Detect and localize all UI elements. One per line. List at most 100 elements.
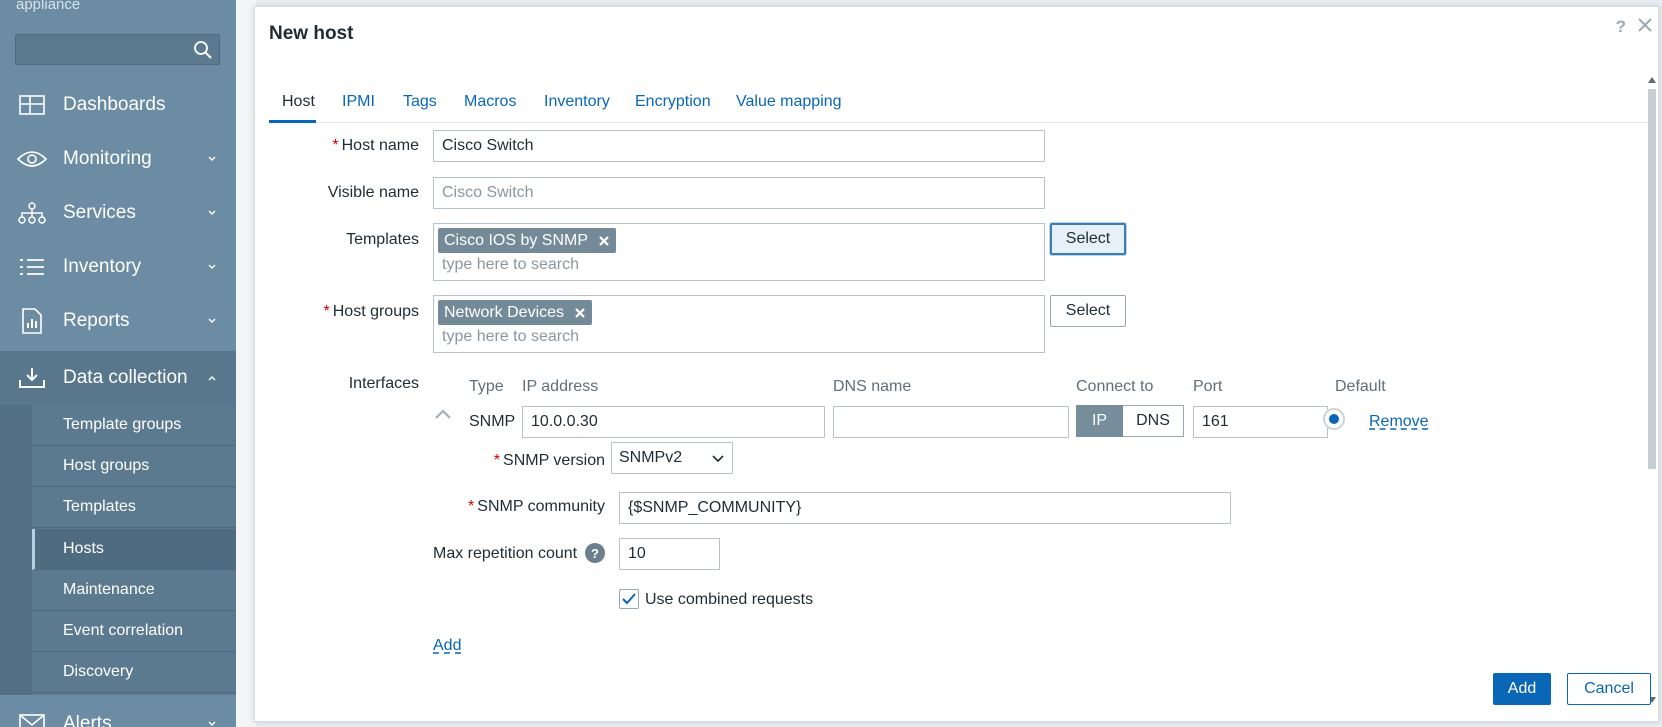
dialog-scrollbar[interactable] <box>1646 75 1658 705</box>
sidebar-item-label: Reports <box>63 310 130 331</box>
tab-host[interactable]: Host <box>269 93 316 123</box>
submenu-item-template-groups[interactable]: Template groups <box>32 405 236 446</box>
combined-requests-label: Use combined requests <box>645 591 814 608</box>
report-icon <box>17 306 47 336</box>
host-group-chip: Network Devices <box>438 300 593 325</box>
submenu-item-templates[interactable]: Templates <box>32 487 236 528</box>
templates-multiselect[interactable]: Cisco IOS by SNMP <box>433 223 1045 281</box>
tab-value-mapping[interactable]: Value mapping <box>736 93 842 123</box>
interface-ip-input[interactable] <box>522 406 825 438</box>
submenu-item-host-groups[interactable]: Host groups <box>32 446 236 487</box>
host-group-chip-label: Network Devices <box>444 303 565 321</box>
tab-macros[interactable]: Macros <box>464 93 516 123</box>
scroll-up-arrow-icon[interactable] <box>1648 77 1656 83</box>
host-groups-multiselect[interactable]: Network Devices <box>433 295 1045 353</box>
col-header-type: Type <box>469 378 504 395</box>
combined-requests-checkbox[interactable] <box>619 589 639 609</box>
remove-chip-icon[interactable] <box>598 235 610 247</box>
sidebar: appliance Dashboards Monitoring Services… <box>0 0 236 727</box>
host-name-input[interactable] <box>433 130 1045 162</box>
sidebar-search[interactable] <box>15 34 220 65</box>
interface-type: SNMP <box>469 413 516 430</box>
remove-chip-icon[interactable] <box>574 307 586 319</box>
sidebar-item-label: Dashboards <box>63 94 166 115</box>
host-groups-label: * Host groups <box>323 303 420 320</box>
scrollbar-thumb[interactable] <box>1648 89 1656 469</box>
max-repetition-label: Max repetition count <box>433 545 578 562</box>
templates-select-button[interactable]: Select <box>1050 223 1126 255</box>
help-icon[interactable]: ? <box>1616 17 1626 37</box>
interface-dns-input[interactable] <box>833 406 1069 438</box>
default-interface-radio[interactable] <box>1323 408 1345 430</box>
close-icon[interactable] <box>1636 16 1654 34</box>
submenu-item-event-correlation[interactable]: Event correlation <box>32 611 236 652</box>
sidebar-item-monitoring[interactable]: Monitoring <box>0 132 236 186</box>
sidebar-item-alerts[interactable]: Alerts <box>0 697 236 727</box>
chevron-down-icon <box>208 721 216 726</box>
add-interface-link[interactable]: Add <box>433 637 461 655</box>
tab-ipmi[interactable]: IPMI <box>342 93 375 123</box>
chevron-down-icon <box>712 455 724 463</box>
sidebar-item-label: Data collection <box>63 367 188 388</box>
host-groups-select-button[interactable]: Select <box>1050 295 1126 327</box>
snmp-version-label: * SNMP version <box>493 452 605 469</box>
snmp-version-value: SNMPv2 <box>619 449 683 466</box>
sidebar-item-label: Alerts <box>63 713 112 727</box>
sidebar-item-inventory[interactable]: Inventory <box>0 240 236 294</box>
tab-inventory[interactable]: Inventory <box>544 93 610 123</box>
submenu-item-discovery[interactable]: Discovery <box>32 652 236 693</box>
sidebar-item-dashboards[interactable]: Dashboards <box>0 78 236 132</box>
chevron-down-icon <box>208 264 216 269</box>
col-header-connect-to: Connect to <box>1076 378 1154 395</box>
snmp-community-input[interactable] <box>619 492 1231 524</box>
add-button[interactable]: Add <box>1493 673 1551 705</box>
dialog-tabs: Host IPMI Tags Macros Inventory Encrypti… <box>269 87 1649 123</box>
sidebar-item-services[interactable]: Services <box>0 186 236 240</box>
templates-search-input[interactable] <box>442 256 942 274</box>
col-header-default: Default <box>1335 378 1386 395</box>
dialog-title: New host <box>269 23 354 44</box>
submenu-item-hosts[interactable]: Hosts <box>32 529 236 570</box>
interface-port-input[interactable] <box>1193 406 1328 438</box>
sidebar-item-reports[interactable]: Reports <box>0 294 236 348</box>
template-chip-label: Cisco IOS by SNMP <box>444 231 589 249</box>
sidebar-item-label: Inventory <box>63 256 142 277</box>
sidebar-item-label: Monitoring <box>63 148 152 169</box>
sidebar-item-data-collection[interactable]: Data collection <box>0 351 236 405</box>
visible-name-input[interactable] <box>433 177 1045 209</box>
eye-icon <box>17 144 47 174</box>
col-header-dns: DNS name <box>833 378 912 395</box>
snmp-community-label: * SNMP community <box>468 498 605 515</box>
template-chip: Cisco IOS by SNMP <box>438 228 617 253</box>
data-collection-submenu: Template groups Host groups Templates Ho… <box>0 405 236 695</box>
snmp-version-select[interactable]: SNMPv2 <box>611 442 733 474</box>
tab-encryption[interactable]: Encryption <box>635 93 711 123</box>
visible-name-label: Visible name <box>327 184 419 201</box>
new-host-dialog: New host ? Host IPMI Tags Macros Invento… <box>254 6 1659 722</box>
sidebar-search-input[interactable] <box>16 35 219 64</box>
chevron-down-icon <box>208 156 216 161</box>
host-groups-search-input[interactable] <box>442 328 942 346</box>
chevron-down-icon <box>208 210 216 215</box>
tab-tags[interactable]: Tags <box>403 93 437 123</box>
connect-to-toggle: IP DNS <box>1076 405 1184 437</box>
checkmark-icon <box>622 593 636 605</box>
chevron-up-icon <box>208 376 216 381</box>
help-question-icon[interactable]: ? <box>585 543 605 563</box>
collapse-chevron-icon[interactable] <box>434 408 452 420</box>
search-icon[interactable] <box>193 40 213 60</box>
connect-dns-option[interactable]: DNS <box>1123 405 1184 437</box>
col-header-ip: IP address <box>522 378 599 395</box>
envelope-icon <box>17 709 47 727</box>
connect-ip-option[interactable]: IP <box>1076 405 1123 437</box>
sidebar-item-label: Services <box>63 202 136 223</box>
cancel-button[interactable]: Cancel <box>1567 673 1651 705</box>
submenu-item-maintenance[interactable]: Maintenance <box>32 570 236 611</box>
remove-interface-link[interactable]: Remove <box>1369 413 1429 431</box>
dashboard-icon <box>17 90 47 120</box>
templates-label: Templates <box>346 231 419 248</box>
chevron-down-icon <box>208 318 216 323</box>
hierarchy-icon <box>17 198 47 228</box>
max-repetition-input[interactable] <box>619 538 720 570</box>
host-name-label: * Host name <box>332 137 419 154</box>
